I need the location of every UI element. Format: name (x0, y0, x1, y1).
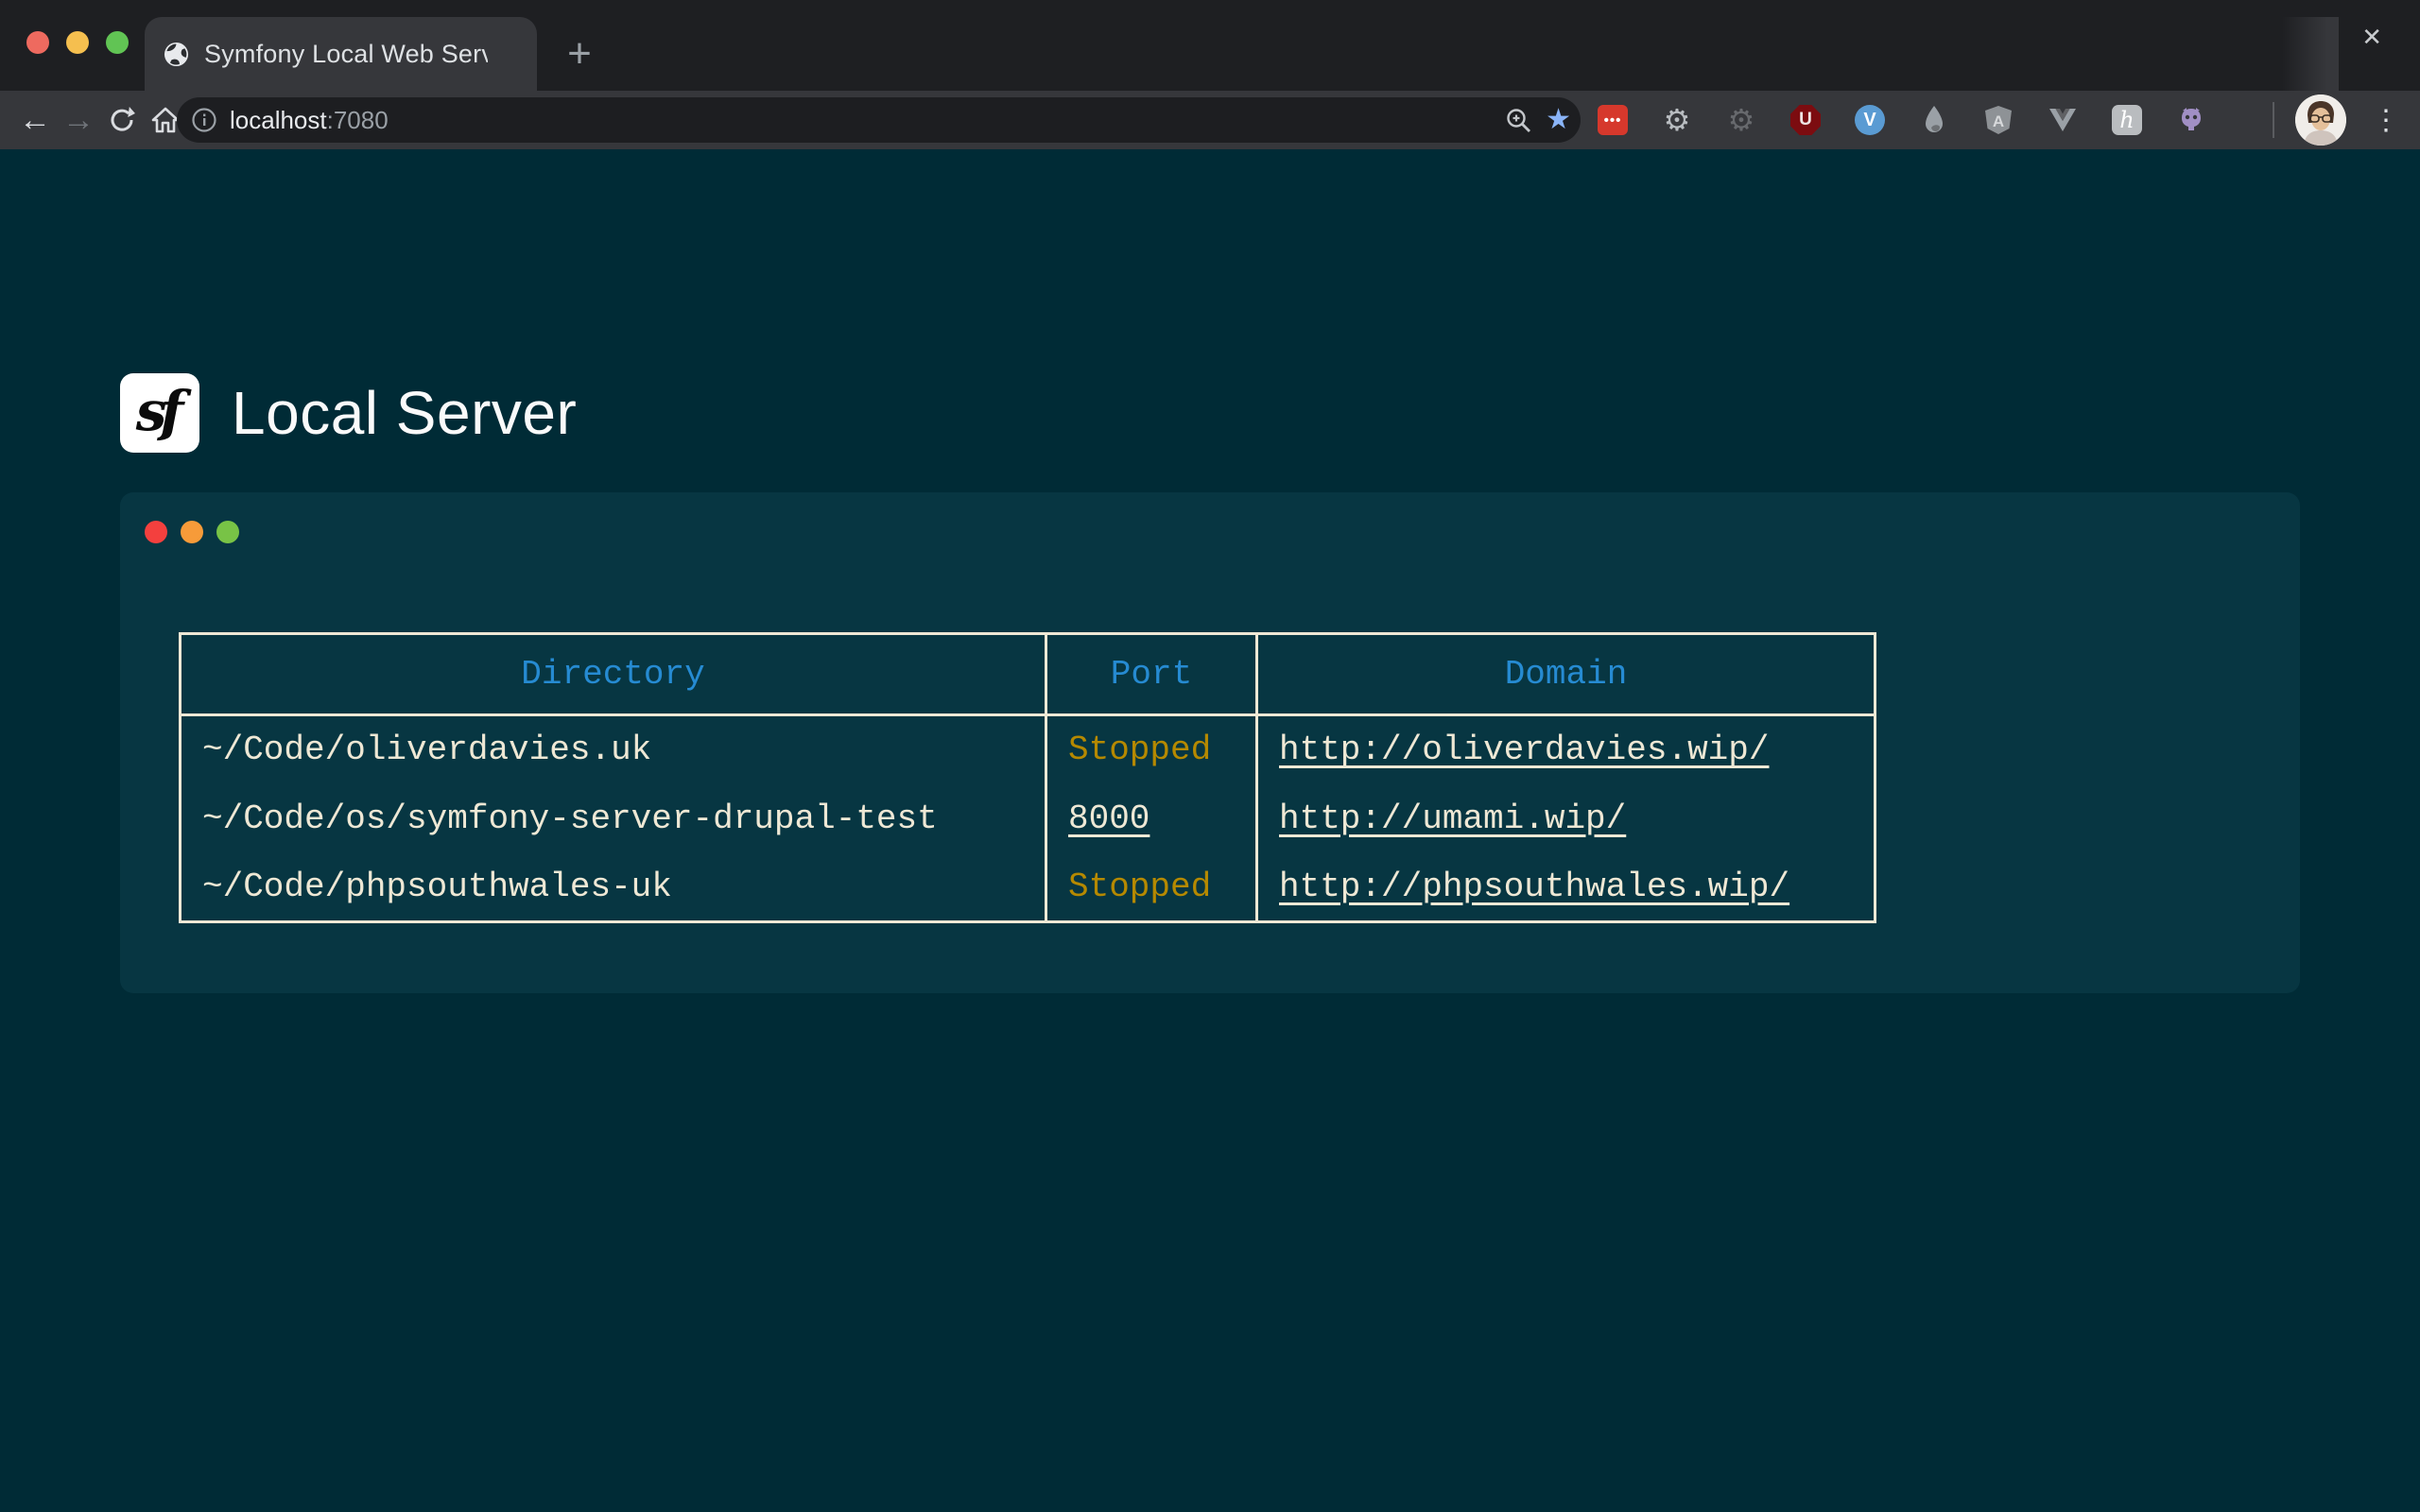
header-directory: Directory (181, 634, 1046, 715)
address-bar[interactable]: localhost:7080 ★ (177, 97, 1581, 143)
svg-text:A: A (1993, 112, 2004, 130)
domain-link[interactable]: http://oliverdavies.wip/ (1279, 730, 1769, 769)
servers-table: Directory Port Domain ~/Code/oliverdavie… (179, 632, 1876, 923)
brand-header: sf Local Server (120, 373, 577, 453)
header-domain: Domain (1257, 634, 1876, 715)
browser-toolbar: ← → localhost:7080 (0, 91, 2420, 149)
gear-light-icon[interactable]: ⚙ (1662, 105, 1692, 135)
window-minimize-light[interactable] (66, 31, 89, 54)
port-link[interactable]: 8000 (1068, 799, 1150, 838)
window-close-light[interactable] (26, 31, 49, 54)
header-port: Port (1046, 634, 1257, 715)
directory-cell: ~/Code/phpsouthwales-uk (181, 853, 1046, 922)
page-title: Local Server (232, 378, 577, 448)
page-content: sf Local Server Directory Port Domain ~/… (0, 149, 2420, 1512)
tab-title: Symfony Local Web Server: Prox (204, 40, 488, 69)
tab-close-icon[interactable]: ✕ (2361, 0, 2382, 74)
panel-dot-orange (181, 521, 203, 543)
tab-title-fade (2282, 17, 2339, 91)
url-host: localhost (230, 106, 327, 134)
symfony-logo: sf (120, 373, 199, 453)
port-status: Stopped (1068, 730, 1211, 769)
table-row: ~/Code/phpsouthwales-uk Stopped http://p… (181, 853, 1876, 922)
panel-dot-green (216, 521, 239, 543)
globe-icon (164, 42, 189, 67)
gear-dim-icon[interactable]: ⚙ (1726, 105, 1756, 135)
browser-menu-icon[interactable]: ⋮ (2363, 91, 2409, 149)
tab-strip: Symfony Local Web Server: Prox ✕ + (0, 0, 2420, 91)
screen: Symfony Local Web Server: Prox ✕ + ← → (0, 0, 2420, 1512)
directory-cell: ~/Code/os/symfony-server-drupal-test (181, 784, 1046, 853)
symfony-logo-glyph: sf (136, 379, 178, 443)
ublock-origin-icon[interactable]: U (1790, 105, 1821, 135)
browser-tab[interactable]: Symfony Local Web Server: Prox (145, 17, 537, 91)
zoom-icon[interactable] (1504, 106, 1532, 134)
vimium-icon[interactable]: V (1855, 105, 1885, 135)
domain-link[interactable]: http://umami.wip/ (1279, 799, 1626, 838)
honey-icon[interactable]: h (2112, 105, 2142, 135)
table-header-row: Directory Port Domain (181, 634, 1876, 715)
toolbar-separator (2273, 102, 2274, 138)
vue-icon[interactable] (2048, 105, 2078, 135)
octotree-icon[interactable] (2176, 105, 2206, 135)
domain-link[interactable]: http://phpsouthwales.wip/ (1279, 868, 1789, 906)
panel-dot-red (145, 521, 167, 543)
extensions-row: ••• ⚙ ⚙ U V A (1598, 91, 2206, 149)
back-icon[interactable]: ← (13, 98, 57, 142)
url-text: localhost:7080 (230, 106, 389, 135)
drupal-icon[interactable] (1919, 105, 1949, 135)
forward-icon[interactable]: → (57, 98, 100, 142)
site-info-icon[interactable] (192, 108, 216, 132)
lastpass-icon[interactable]: ••• (1598, 105, 1628, 135)
new-tab-button[interactable]: + (553, 17, 606, 91)
angular-icon[interactable]: A (1983, 105, 2014, 135)
port-status: Stopped (1068, 868, 1211, 906)
window-zoom-light[interactable] (106, 31, 129, 54)
directory-cell: ~/Code/oliverdavies.uk (181, 715, 1046, 784)
table-row: ~/Code/os/symfony-server-drupal-test 800… (181, 784, 1876, 853)
bookmark-star-icon[interactable]: ★ (1546, 106, 1571, 134)
url-port: :7080 (327, 106, 389, 134)
profile-avatar[interactable] (2295, 94, 2346, 146)
reload-icon[interactable] (100, 98, 144, 142)
table-row: ~/Code/oliverdavies.uk Stopped http://ol… (181, 715, 1876, 784)
